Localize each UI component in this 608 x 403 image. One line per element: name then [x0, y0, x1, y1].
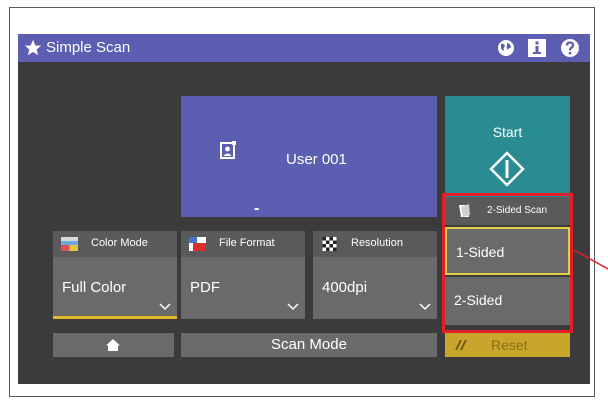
file-format-label: File Format — [219, 237, 275, 249]
home-icon — [106, 339, 120, 351]
color-mode-tile[interactable]: Color Mode Full Color — [53, 231, 177, 319]
file-format-value: PDF — [190, 279, 220, 296]
reset-icon — [455, 339, 467, 351]
color-mode-value: Full Color — [62, 279, 127, 296]
chevron-down-icon — [287, 303, 299, 311]
resolution-label: Resolution — [351, 237, 403, 249]
user-name: User 001 — [286, 151, 347, 168]
reset-label: Reset — [491, 337, 528, 353]
resolution-value: 400dpi — [322, 279, 368, 296]
resolution-header: Resolution — [313, 231, 437, 257]
resolution-icon — [322, 237, 337, 251]
color-mode-icon — [61, 237, 78, 251]
user-tile[interactable]: User 001 - — [181, 96, 437, 217]
start-button[interactable]: Start — [445, 96, 570, 197]
globe-icon[interactable] — [496, 38, 516, 58]
app-title: Simple Scan — [46, 39, 131, 56]
selection-underline — [53, 316, 177, 319]
info-icon[interactable] — [527, 38, 547, 58]
color-mode-header: Color Mode — [53, 231, 177, 257]
file-format-header: File Format — [181, 231, 305, 257]
resolution-tile[interactable]: Resolution 400dpi — [313, 231, 437, 319]
start-label: Start — [492, 124, 523, 140]
start-icon — [489, 151, 525, 187]
user-card-icon — [220, 141, 236, 159]
color-mode-label: Color Mode — [91, 237, 148, 249]
two-sided-highlight-box — [442, 193, 573, 333]
chevron-down-icon — [419, 303, 431, 311]
chevron-down-icon — [159, 303, 171, 311]
pdf-icon — [189, 237, 206, 251]
scan-mode-button[interactable]: Scan Mode — [181, 333, 437, 357]
callout-pointer-line — [574, 250, 608, 270]
help-icon[interactable] — [560, 38, 580, 58]
reset-button[interactable]: Reset — [445, 333, 570, 357]
title-bar: Simple Scan — [18, 34, 590, 62]
file-format-tile[interactable]: File Format PDF — [181, 231, 305, 319]
user-subtext: - — [254, 200, 260, 217]
star-icon — [24, 39, 42, 56]
home-button[interactable] — [53, 333, 174, 357]
